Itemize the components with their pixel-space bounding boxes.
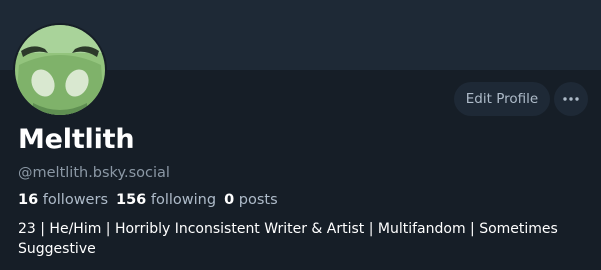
posts-label: posts — [238, 192, 278, 208]
profile-bio: 23 | He/Him | Horribly Inconsistent Writ… — [18, 221, 558, 257]
edit-profile-button[interactable]: Edit Profile — [454, 82, 550, 116]
posts-count: 0 — [224, 192, 235, 208]
ellipsis-icon — [563, 97, 579, 101]
display-name: Meltlith — [18, 124, 135, 155]
posts-stat: 0 posts — [224, 192, 278, 208]
followers-link[interactable]: 16 followers — [18, 192, 108, 208]
avatar[interactable] — [13, 23, 107, 117]
more-options-button[interactable] — [554, 82, 588, 116]
following-label: following — [150, 192, 217, 208]
followers-label: followers — [42, 192, 108, 208]
profile-stats: 16 followers 156 following 0 posts — [18, 192, 278, 208]
following-count: 156 — [116, 192, 147, 208]
green-creature-avatar-icon — [15, 25, 105, 115]
followers-count: 16 — [18, 192, 39, 208]
profile-handle: @meltlith.bsky.social — [18, 165, 170, 181]
following-link[interactable]: 156 following — [116, 192, 216, 208]
